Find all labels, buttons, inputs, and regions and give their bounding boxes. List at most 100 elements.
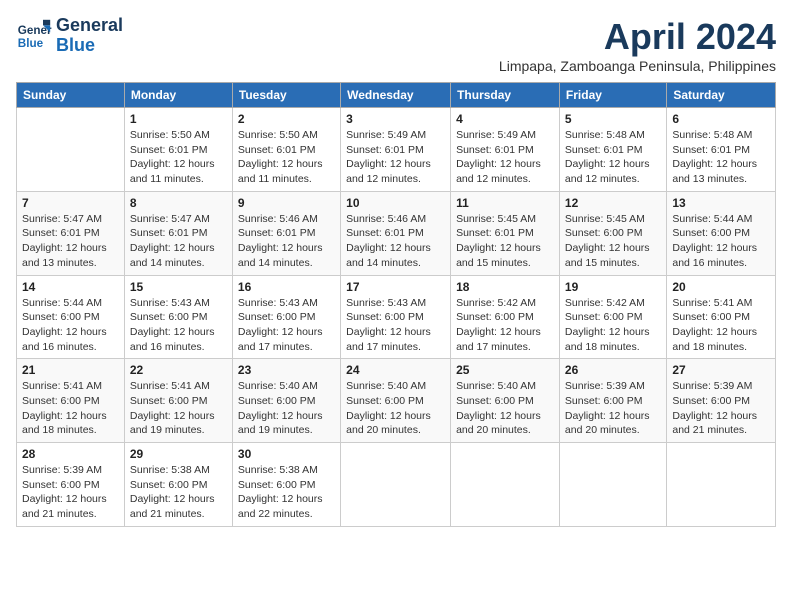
- day-number: 28: [22, 447, 119, 461]
- calendar-week-5: 28 Sunrise: 5:39 AM Sunset: 6:00 PM Dayli…: [17, 443, 776, 527]
- day-number: 15: [130, 280, 227, 294]
- calendar-cell: 11 Sunrise: 5:45 AM Sunset: 6:01 PM Dayli…: [451, 191, 560, 275]
- month-title: April 2024: [499, 16, 776, 58]
- day-number: 3: [346, 112, 445, 126]
- calendar-cell: 28 Sunrise: 5:39 AM Sunset: 6:00 PM Dayli…: [17, 443, 125, 527]
- day-info: Sunrise: 5:44 AM Sunset: 6:00 PM Dayligh…: [22, 296, 119, 355]
- calendar-cell: 19 Sunrise: 5:42 AM Sunset: 6:00 PM Dayli…: [559, 275, 666, 359]
- day-info: Sunrise: 5:38 AM Sunset: 6:00 PM Dayligh…: [238, 463, 335, 522]
- day-info: Sunrise: 5:49 AM Sunset: 6:01 PM Dayligh…: [346, 128, 445, 187]
- day-info: Sunrise: 5:46 AM Sunset: 6:01 PM Dayligh…: [346, 212, 445, 271]
- day-info: Sunrise: 5:47 AM Sunset: 6:01 PM Dayligh…: [130, 212, 227, 271]
- day-info: Sunrise: 5:38 AM Sunset: 6:00 PM Dayligh…: [130, 463, 227, 522]
- day-info: Sunrise: 5:48 AM Sunset: 6:01 PM Dayligh…: [672, 128, 770, 187]
- day-info: Sunrise: 5:47 AM Sunset: 6:01 PM Dayligh…: [22, 212, 119, 271]
- day-info: Sunrise: 5:39 AM Sunset: 6:00 PM Dayligh…: [672, 379, 770, 438]
- calendar-cell: 5 Sunrise: 5:48 AM Sunset: 6:01 PM Daylig…: [559, 108, 666, 192]
- day-number: 27: [672, 363, 770, 377]
- day-number: 26: [565, 363, 661, 377]
- day-info: Sunrise: 5:48 AM Sunset: 6:01 PM Dayligh…: [565, 128, 661, 187]
- calendar-cell: 29Sunrise: 5:38 AM Sunset: 6:00 PM Dayli…: [124, 443, 232, 527]
- calendar-cell: 4 Sunrise: 5:49 AM Sunset: 6:01 PM Daylig…: [451, 108, 560, 192]
- day-info: Sunrise: 5:50 AM Sunset: 6:01 PM Dayligh…: [130, 128, 227, 187]
- day-number: 4: [456, 112, 554, 126]
- calendar-cell: 27 Sunrise: 5:39 AM Sunset: 6:00 PM Dayli…: [667, 359, 776, 443]
- calendar-cell: 17 Sunrise: 5:43 AM Sunset: 6:00 PM Dayli…: [341, 275, 451, 359]
- svg-text:Blue: Blue: [18, 37, 44, 50]
- calendar-cell: 10Sunrise: 5:46 AM Sunset: 6:01 PM Dayli…: [341, 191, 451, 275]
- calendar-cell: [559, 443, 666, 527]
- calendar-cell: [451, 443, 560, 527]
- calendar-cell: 1Sunrise: 5:50 AM Sunset: 6:01 PM Daylig…: [124, 108, 232, 192]
- day-info: Sunrise: 5:39 AM Sunset: 6:00 PM Dayligh…: [565, 379, 661, 438]
- calendar-cell: 24Sunrise: 5:40 AM Sunset: 6:00 PM Dayli…: [341, 359, 451, 443]
- calendar-cell: 12Sunrise: 5:45 AM Sunset: 6:00 PM Dayli…: [559, 191, 666, 275]
- day-number: 24: [346, 363, 445, 377]
- calendar-cell: 15Sunrise: 5:43 AM Sunset: 6:00 PM Dayli…: [124, 275, 232, 359]
- day-info: Sunrise: 5:44 AM Sunset: 6:00 PM Dayligh…: [672, 212, 770, 271]
- day-info: Sunrise: 5:41 AM Sunset: 6:00 PM Dayligh…: [672, 296, 770, 355]
- logo: General Blue General Blue: [16, 16, 123, 56]
- day-number: 21: [22, 363, 119, 377]
- calendar-cell: 9Sunrise: 5:46 AM Sunset: 6:01 PM Daylig…: [232, 191, 340, 275]
- calendar-cell: 14 Sunrise: 5:44 AM Sunset: 6:00 PM Dayli…: [17, 275, 125, 359]
- day-number: 6: [672, 112, 770, 126]
- day-info: Sunrise: 5:50 AM Sunset: 6:01 PM Dayligh…: [238, 128, 335, 187]
- day-info: Sunrise: 5:42 AM Sunset: 6:00 PM Dayligh…: [456, 296, 554, 355]
- calendar-cell: 16Sunrise: 5:43 AM Sunset: 6:00 PM Dayli…: [232, 275, 340, 359]
- col-header-wednesday: Wednesday: [341, 83, 451, 108]
- day-info: Sunrise: 5:39 AM Sunset: 6:00 PM Dayligh…: [22, 463, 119, 522]
- calendar-week-4: 21 Sunrise: 5:41 AM Sunset: 6:00 PM Dayli…: [17, 359, 776, 443]
- calendar-cell: [341, 443, 451, 527]
- day-number: 18: [456, 280, 554, 294]
- calendar-cell: 7 Sunrise: 5:47 AM Sunset: 6:01 PM Daylig…: [17, 191, 125, 275]
- day-number: 13: [672, 196, 770, 210]
- day-info: Sunrise: 5:40 AM Sunset: 6:00 PM Dayligh…: [238, 379, 335, 438]
- day-info: Sunrise: 5:42 AM Sunset: 6:00 PM Dayligh…: [565, 296, 661, 355]
- day-info: Sunrise: 5:49 AM Sunset: 6:01 PM Dayligh…: [456, 128, 554, 187]
- calendar-week-1: 1Sunrise: 5:50 AM Sunset: 6:01 PM Daylig…: [17, 108, 776, 192]
- day-info: Sunrise: 5:40 AM Sunset: 6:00 PM Dayligh…: [456, 379, 554, 438]
- day-number: 9: [238, 196, 335, 210]
- day-number: 20: [672, 280, 770, 294]
- col-header-saturday: Saturday: [667, 83, 776, 108]
- day-number: 23: [238, 363, 335, 377]
- col-header-sunday: Sunday: [17, 83, 125, 108]
- calendar-cell: 20 Sunrise: 5:41 AM Sunset: 6:00 PM Dayli…: [667, 275, 776, 359]
- logo-name-general: General: [56, 16, 123, 36]
- calendar-cell: 22Sunrise: 5:41 AM Sunset: 6:00 PM Dayli…: [124, 359, 232, 443]
- calendar-cell: 13 Sunrise: 5:44 AM Sunset: 6:00 PM Dayli…: [667, 191, 776, 275]
- calendar-cell: [17, 108, 125, 192]
- calendar-cell: 8 Sunrise: 5:47 AM Sunset: 6:01 PM Daylig…: [124, 191, 232, 275]
- calendar-cell: 30Sunrise: 5:38 AM Sunset: 6:00 PM Dayli…: [232, 443, 340, 527]
- day-info: Sunrise: 5:45 AM Sunset: 6:01 PM Dayligh…: [456, 212, 554, 271]
- day-info: Sunrise: 5:43 AM Sunset: 6:00 PM Dayligh…: [346, 296, 445, 355]
- day-number: 12: [565, 196, 661, 210]
- day-number: 17: [346, 280, 445, 294]
- col-header-thursday: Thursday: [451, 83, 560, 108]
- calendar-week-2: 7 Sunrise: 5:47 AM Sunset: 6:01 PM Daylig…: [17, 191, 776, 275]
- day-number: 7: [22, 196, 119, 210]
- day-number: 5: [565, 112, 661, 126]
- day-number: 19: [565, 280, 661, 294]
- logo-icon: General Blue: [16, 18, 52, 54]
- calendar-cell: 26 Sunrise: 5:39 AM Sunset: 6:00 PM Dayli…: [559, 359, 666, 443]
- day-number: 25: [456, 363, 554, 377]
- logo-name-blue: Blue: [56, 36, 123, 56]
- calendar-cell: 21 Sunrise: 5:41 AM Sunset: 6:00 PM Dayli…: [17, 359, 125, 443]
- day-number: 14: [22, 280, 119, 294]
- day-number: 11: [456, 196, 554, 210]
- day-number: 2: [238, 112, 335, 126]
- calendar-cell: [667, 443, 776, 527]
- page-header: General Blue General Blue April 2024 Lim…: [16, 16, 776, 74]
- calendar-cell: 23 Sunrise: 5:40 AM Sunset: 6:00 PM Dayli…: [232, 359, 340, 443]
- calendar-table: SundayMondayTuesdayWednesdayThursdayFrid…: [16, 82, 776, 527]
- col-header-friday: Friday: [559, 83, 666, 108]
- col-header-tuesday: Tuesday: [232, 83, 340, 108]
- calendar-week-3: 14 Sunrise: 5:44 AM Sunset: 6:00 PM Dayli…: [17, 275, 776, 359]
- day-number: 16: [238, 280, 335, 294]
- day-info: Sunrise: 5:41 AM Sunset: 6:00 PM Dayligh…: [22, 379, 119, 438]
- location-subtitle: Limpapa, Zamboanga Peninsula, Philippine…: [499, 58, 776, 74]
- day-number: 8: [130, 196, 227, 210]
- calendar-cell: 18 Sunrise: 5:42 AM Sunset: 6:00 PM Dayli…: [451, 275, 560, 359]
